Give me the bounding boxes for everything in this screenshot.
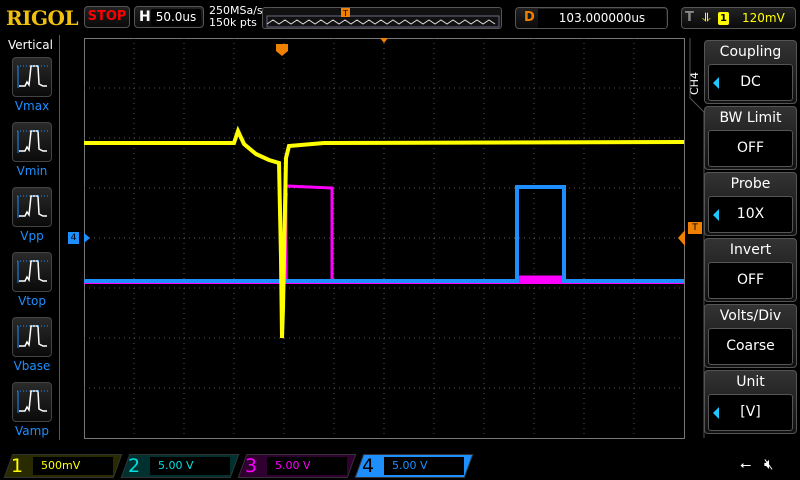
timebase-control[interactable]: H 50.0us <box>134 6 204 28</box>
menu-volts-div-button[interactable]: Volts/Div Coarse <box>704 304 797 368</box>
menu-panel-border <box>689 38 705 438</box>
pulse-measure-icon <box>12 382 52 422</box>
center-marker <box>380 38 388 43</box>
measure-label: Vtop <box>18 294 46 308</box>
t-label: T <box>685 10 694 25</box>
measure-label: Vamp <box>15 424 49 438</box>
menu-invert-button[interactable]: Invert OFF <box>704 238 797 302</box>
pulse-measure-icon <box>12 57 52 97</box>
menu-value: Coarse <box>726 338 775 354</box>
menu-unit-button[interactable]: Unit [V] <box>704 370 797 434</box>
speaker-muted-icon[interactable]: 🔇︎ <box>764 455 773 473</box>
measure-vtop-button[interactable]: Vtop <box>12 252 52 314</box>
menu-value: 10X <box>736 206 765 222</box>
trigger-control[interactable]: T ⥥ 1 120mV <box>681 7 796 29</box>
measure-vpp-button[interactable]: Vpp <box>12 187 52 249</box>
menu-title: Probe <box>730 176 771 192</box>
channel-scale: 5.00 V <box>384 457 464 475</box>
memory-depth: 150k pts <box>209 16 257 29</box>
left-arrow-icon <box>713 77 719 89</box>
measure-panel-title: Vertical <box>8 38 53 52</box>
measure-label: Vmin <box>16 164 48 178</box>
pulse-measure-icon <box>12 122 52 162</box>
channel-number: 4 <box>362 455 375 477</box>
run-stop-button[interactable]: STOP <box>84 6 130 28</box>
menu-value: DC <box>740 74 761 90</box>
trigger-position-marker <box>276 44 288 56</box>
channel-4-marker[interactable]: 4 <box>68 232 79 244</box>
channel-2-button[interactable]: 2 5.00 V <box>120 454 240 478</box>
channel-bar: 1 500mV 2 5.00 V 3 5.00 V 4 5.00 V <box>0 452 800 480</box>
timebase-value: 50.0us <box>151 9 201 26</box>
pulse-measure-icon <box>12 317 52 357</box>
menu-value: [V] <box>740 404 761 420</box>
measure-vamp-button[interactable]: Vamp <box>12 382 52 444</box>
d-label: D <box>524 10 535 25</box>
menu-title: Volts/Div <box>719 308 782 324</box>
menu-title: Unit <box>736 374 765 390</box>
left-arrow-icon <box>713 407 719 419</box>
channel-4-button[interactable]: 4 5.00 V <box>354 454 474 478</box>
channel-1-trace <box>84 125 685 339</box>
left-arrow-icon <box>713 209 719 221</box>
menu-value: OFF <box>736 272 765 288</box>
trigger-marker-text: T <box>342 9 348 18</box>
channel-scale: 500mV <box>33 457 113 475</box>
menu-title: Invert <box>729 242 772 258</box>
usb-icon: ⭠ <box>740 457 752 473</box>
measure-label: Vpp <box>20 229 44 243</box>
waveform-display <box>84 38 685 439</box>
channel-1-button[interactable]: 1 500mV <box>3 454 123 478</box>
delay-control[interactable]: D 103.000000us <box>515 7 668 29</box>
channel-number: 1 <box>11 455 24 477</box>
measure-vbase-button[interactable]: Vbase <box>12 317 52 379</box>
channel-number: 3 <box>245 455 258 477</box>
trigger-source: 1 <box>718 12 729 25</box>
pulse-measure-icon <box>12 252 52 292</box>
memory-waveform: T <box>266 8 500 28</box>
pulse-measure-icon <box>12 187 52 227</box>
menu-title: BW Limit <box>719 110 782 126</box>
measure-label: Vmax <box>14 99 50 113</box>
rigol-logo: RIGOL <box>6 6 79 30</box>
measure-vmax-button[interactable]: Vmax <box>12 57 52 119</box>
trigger-level: 120mV <box>742 11 785 25</box>
measure-vmin-button[interactable]: Vmin <box>12 122 52 184</box>
menu-probe-button[interactable]: Probe 10X <box>704 172 797 236</box>
channel-scale: 5.00 V <box>267 457 347 475</box>
menu-title: Coupling <box>719 44 782 60</box>
menu-value: OFF <box>736 140 765 156</box>
trigger-level-marker <box>678 230 685 246</box>
delay-value: 103.000000us <box>538 9 666 28</box>
menu-coupling-button[interactable]: Coupling DC <box>704 40 797 104</box>
measure-label: Vbase <box>13 359 51 373</box>
memory-overview[interactable]: T <box>262 7 502 29</box>
channel-scale: 5.00 V <box>150 457 230 475</box>
menu-bw-limit-button[interactable]: BW Limit OFF <box>704 106 797 170</box>
channel-4-offset-marker <box>84 233 90 243</box>
acquisition-info: 250MSa/s 150k pts <box>209 5 263 29</box>
falling-edge-icon: ⥥ <box>702 10 711 24</box>
trigger-level-marker-label[interactable]: T <box>688 222 702 234</box>
channel-3-trace-pulse <box>284 184 334 282</box>
channel-3-button[interactable]: 3 5.00 V <box>237 454 357 478</box>
h-label: H <box>139 9 151 25</box>
channel-number: 2 <box>128 455 141 477</box>
